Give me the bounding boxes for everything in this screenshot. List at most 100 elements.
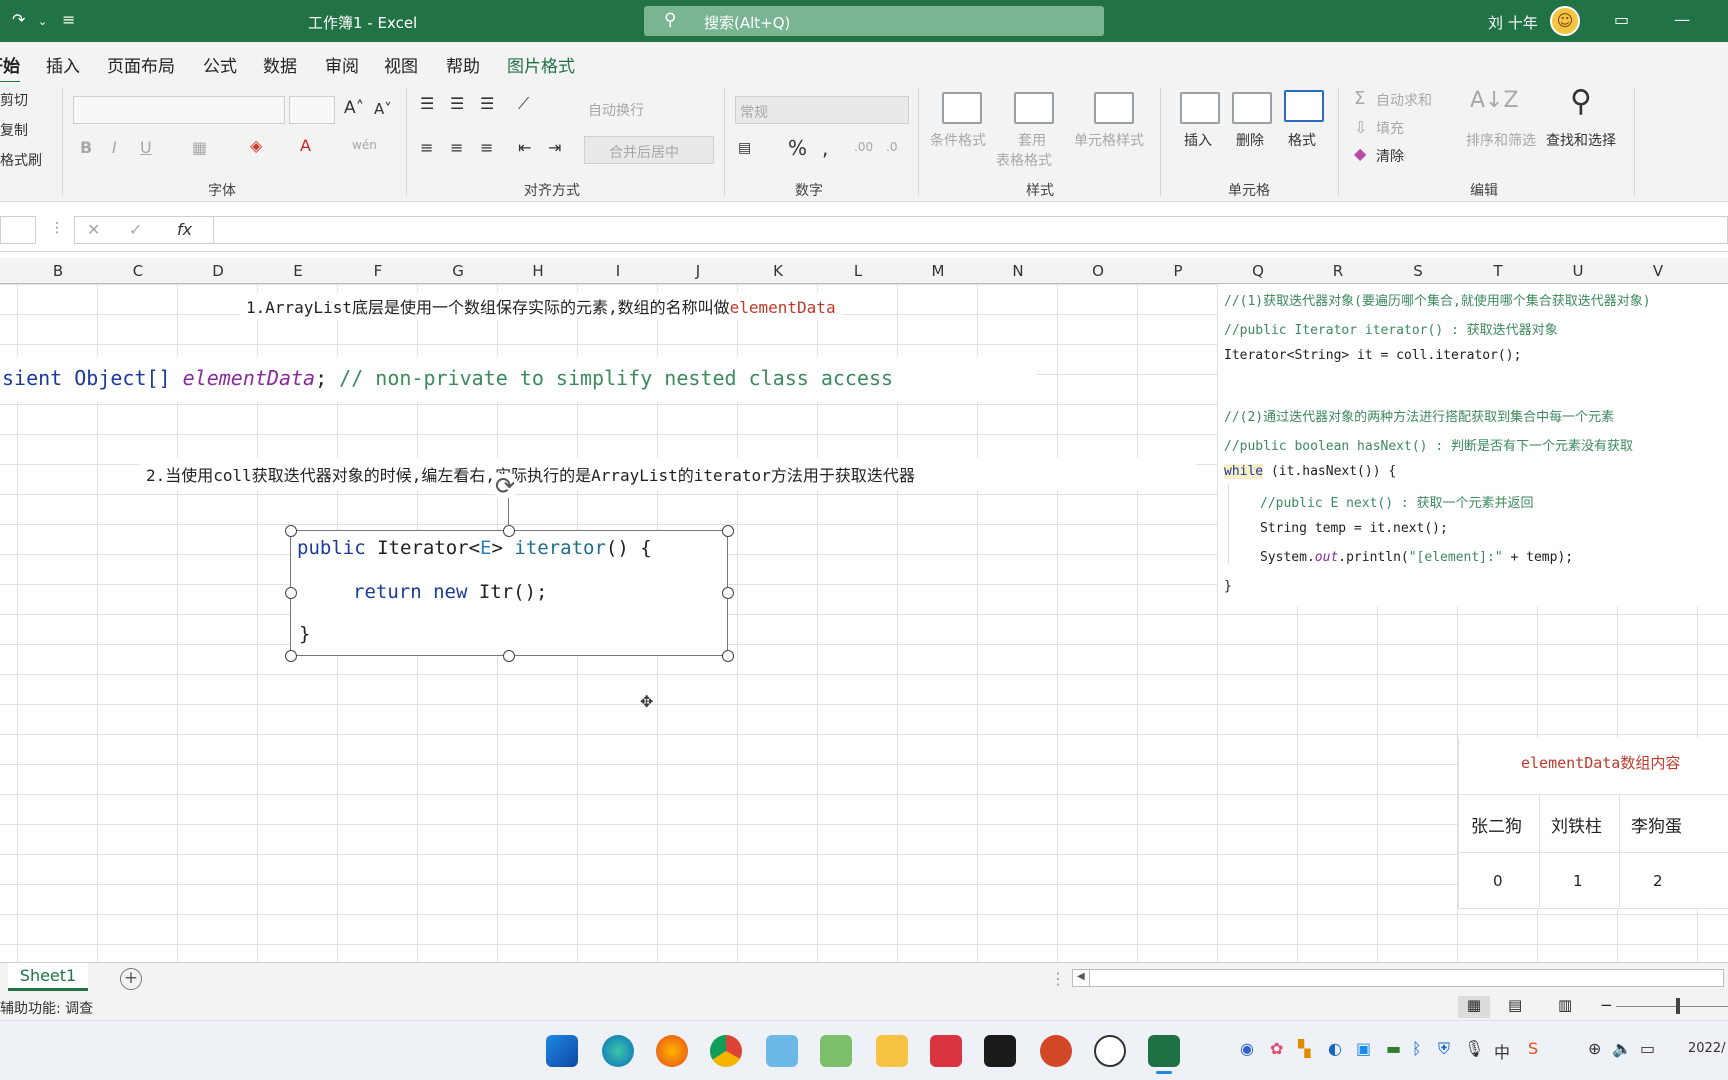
format-painter-button[interactable]: 格式刷 [0,150,42,170]
percent-icon[interactable]: % [788,136,807,160]
font-name-select[interactable] [73,96,285,124]
note-arraylist-1[interactable]: 1.ArrayList底层是使用一个数组保存实际的元素,数组的名称叫做eleme… [240,292,842,320]
merge-center-button[interactable]: 合并后居中 [584,136,714,164]
orientation-icon[interactable]: ⟋ [518,94,529,114]
code-image-iterator-usage[interactable]: //(1)获取迭代器对象(要遍历哪个集合,就使用哪个集合获取迭代器对象) //p… [1218,284,1728,606]
accessibility-status[interactable]: 辅助功能: 调查 [0,998,93,1018]
add-sheet-icon[interactable]: + [120,968,142,990]
array-value-cell[interactable]: 李狗蛋 [1631,812,1682,837]
format-cells-icon[interactable] [1284,90,1324,122]
redo-icon[interactable]: ↷ [12,10,25,29]
column-header[interactable]: V [1618,262,1698,280]
enter-icon[interactable]: ✓ [129,220,142,239]
column-header[interactable]: B [18,262,98,280]
array-table-title[interactable]: elementData数组内容 [1521,752,1680,773]
zoom-out-icon[interactable]: − [1600,996,1613,1014]
firefox-icon[interactable] [656,1035,688,1067]
code-image-field-declaration[interactable]: sient Object[] elementData; // non-priva… [0,356,1036,402]
normal-view-icon[interactable]: ▦ [1458,996,1490,1018]
cell-styles-icon[interactable] [1094,92,1134,124]
fill-color-icon[interactable]: ◈ [250,136,262,155]
customize-toolbar-icon[interactable]: ≡ [62,10,75,29]
clear-button[interactable]: 清除 [1376,146,1404,166]
array-value-cell[interactable]: 刘铁柱 [1551,812,1602,837]
sheet-tab[interactable]: Sheet1 [8,963,88,991]
column-header[interactable]: C [98,262,178,280]
cancel-icon[interactable]: ✕ [87,220,100,239]
tab-picture-format[interactable]: 图片格式 [507,52,575,77]
minimize-icon[interactable]: — [1674,10,1690,29]
tab-page-layout[interactable]: 页面布局 [107,52,175,77]
align-middle-icon[interactable]: ☰ [450,94,464,113]
search-box[interactable]: ⚲ 搜索(Alt+Q) [644,6,1104,36]
align-center-icon[interactable]: ≡ [450,138,463,157]
decrease-indent-icon[interactable]: ⇤ [518,138,531,157]
copy-button[interactable]: 复制 [0,120,28,140]
find-select-button[interactable]: 查找和选择 [1546,130,1616,150]
cell-styles-button[interactable]: 单元格样式 [1074,130,1144,150]
bluetooth-icon[interactable]: ᛒ [1412,1039,1422,1058]
column-header[interactable]: G [418,262,498,280]
zoom-slider-thumb[interactable] [1676,998,1680,1014]
align-right-icon[interactable]: ≡ [480,138,493,157]
tab-insert[interactable]: 插入 [46,52,80,77]
tray-app-icon[interactable]: ▚ [1298,1039,1310,1058]
cut-button[interactable]: 剪切 [0,90,28,110]
sort-filter-button[interactable]: 排序和筛选 [1466,130,1536,150]
column-header[interactable]: M [898,262,978,280]
underline-icon[interactable]: U [140,138,152,157]
chrome-icon[interactable] [710,1035,742,1067]
tab-formulas[interactable]: 公式 [203,52,237,77]
insert-cells-button[interactable]: 插入 [1184,130,1212,150]
font-size-select[interactable] [289,96,335,124]
array-value-cell[interactable]: 张二狗 [1471,812,1522,837]
column-header[interactable]: J [658,262,738,280]
comma-icon[interactable]: , [822,136,828,160]
paint-icon[interactable] [766,1035,798,1067]
align-top-icon[interactable]: ☰ [420,94,434,113]
drawing-app-icon[interactable] [820,1035,852,1067]
tab-review[interactable]: 审阅 [325,52,359,77]
rotate-handle-icon[interactable]: ⟳ [495,474,516,498]
table-format-button[interactable]: 套用 [1018,130,1046,150]
delete-cells-button[interactable]: 删除 [1236,130,1264,150]
tray-app-icon[interactable]: ◐ [1328,1039,1342,1058]
tab-help[interactable]: 帮助 [446,52,480,77]
tray-app-icon[interactable]: ◉ [1240,1039,1254,1058]
font-color-icon[interactable]: A [300,136,311,155]
powerpoint-icon[interactable] [1040,1035,1072,1067]
scroll-left-icon[interactable]: ◀ [1077,971,1085,982]
array-index-cell[interactable]: 2 [1653,872,1663,890]
column-header[interactable]: R [1298,262,1378,280]
bold-icon[interactable]: B [80,138,92,157]
align-left-icon[interactable]: ≡ [420,138,433,157]
column-header[interactable]: D [178,262,258,280]
column-header[interactable]: H [498,262,578,280]
note-iterator-2[interactable]: 2.当使用coll获取迭代器对象的时候,编左看右,实际执行的是ArrayList… [140,458,1196,490]
number-format-select[interactable]: 常规 [735,96,909,124]
increase-indent-icon[interactable]: ⇥ [548,138,561,157]
resize-handle[interactable] [285,587,297,599]
volume-icon[interactable]: 🔈 [1612,1039,1632,1058]
autosum-button[interactable]: 自动求和 [1376,90,1432,110]
battery-icon[interactable]: ▭ [1640,1039,1655,1058]
page-layout-view-icon[interactable]: ▤ [1508,996,1522,1014]
column-header[interactable]: L [818,262,898,280]
horizontal-scrollbar[interactable]: ◀ [1072,969,1724,987]
column-header[interactable]: S [1378,262,1458,280]
italic-icon[interactable]: I [112,138,117,157]
ribbon-display-icon[interactable]: ▭ [1614,10,1629,29]
avatar[interactable]: ☺ [1550,6,1580,36]
insert-cells-icon[interactable] [1180,92,1220,124]
column-header[interactable]: F [338,262,418,280]
code-image-iterator-method[interactable]: public Iterator<E> iterator() { return n… [290,530,728,656]
tray-app-icon[interactable]: ✿ [1270,1039,1283,1058]
accounting-icon[interactable]: ▤ [738,140,751,156]
tray-app-icon[interactable]: ▬ [1386,1039,1401,1058]
column-header[interactable]: Q [1218,262,1298,280]
format-cells-button[interactable]: 格式 [1288,130,1316,150]
delete-cells-icon[interactable] [1232,92,1272,124]
array-index-cell[interactable]: 0 [1493,872,1503,890]
microphone-icon[interactable]: 🎙 [1464,1039,1484,1058]
resize-handle[interactable] [503,650,515,662]
